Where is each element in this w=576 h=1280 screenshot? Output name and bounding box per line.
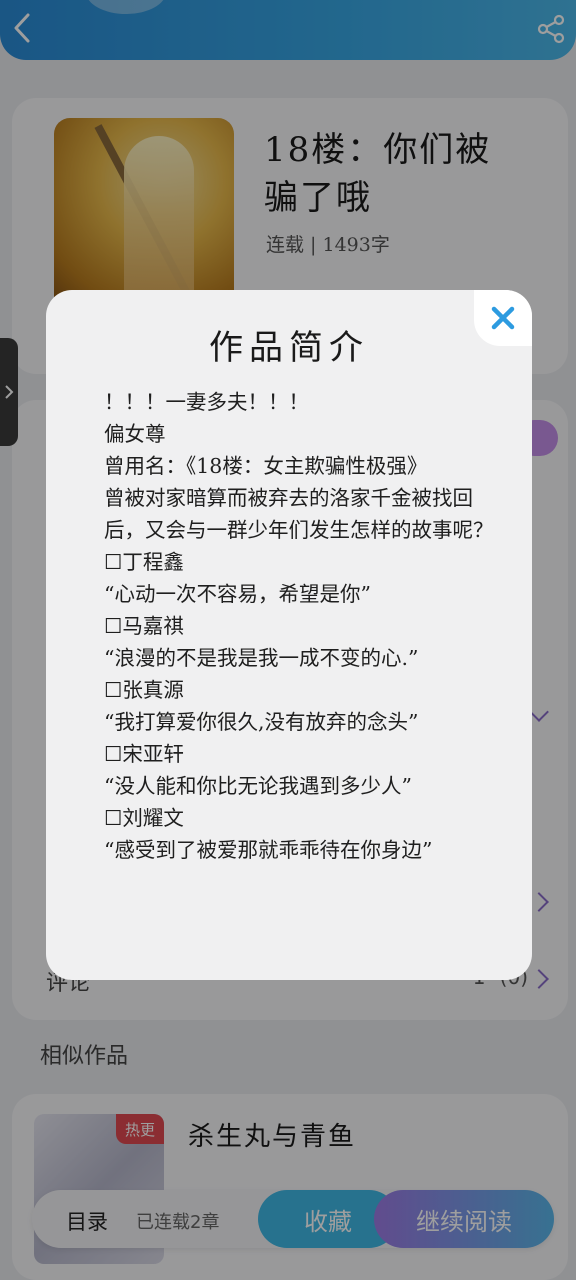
intro-line: 曾被对家暗算而被弃去的洛家千金被找回后，又会与一群少年们发生怎样的故事呢？	[104, 486, 494, 542]
intro-line: ☐宋亚轩	[104, 742, 184, 766]
close-button[interactable]	[474, 290, 532, 346]
intro-line: “心动一次不容易，希望是你”	[104, 582, 371, 606]
intro-line: ☐张真源	[104, 678, 184, 702]
intro-line: “没人能和你比无论我遇到多少人”	[104, 774, 412, 798]
intro-line: ☐丁程鑫	[104, 550, 184, 574]
intro-line: 曾用名：《18楼：女主欺骗性极强》	[104, 454, 428, 478]
intro-line: ☐刘耀文	[104, 806, 184, 830]
intro-line: “浪漫的不是我是我一成不变的心.”	[104, 646, 419, 670]
intro-line: ☐马嘉祺	[104, 614, 184, 638]
close-icon	[491, 306, 515, 330]
intro-line: “感受到了被爱那就乖乖待在你身边”	[104, 838, 433, 862]
intro-line: “我打算爱你很久,没有放弃的念头”	[104, 710, 419, 734]
modal-title: 作品简介	[209, 328, 369, 368]
intro-line: 偏女尊	[104, 422, 166, 446]
intro-line: ！！！一妻多夫！！！	[104, 390, 309, 414]
intro-modal: 作品简介 ！！！一妻多夫！！！ 偏女尊 曾用名：《18楼：女主欺骗性极强》 曾被…	[46, 290, 532, 980]
intro-text: ！！！一妻多夫！！！ 偏女尊 曾用名：《18楼：女主欺骗性极强》 曾被对家暗算而…	[104, 386, 504, 866]
